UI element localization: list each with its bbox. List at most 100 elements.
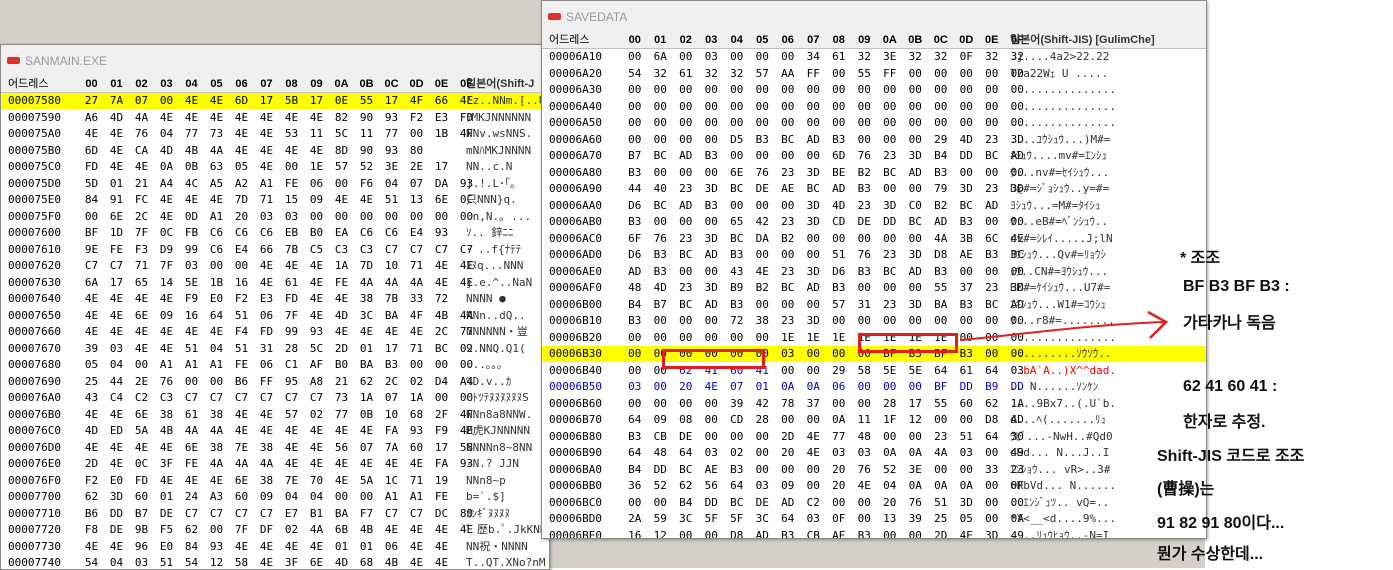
hex-byte[interactable]: 4E (279, 258, 304, 274)
hex-byte[interactable]: 4E (129, 291, 154, 307)
hex-byte[interactable]: 00 (826, 495, 852, 511)
hex-byte[interactable]: 28 (279, 341, 304, 357)
hex-byte[interactable]: 00 (699, 330, 725, 346)
hex-byte[interactable]: 00 (622, 82, 648, 98)
hex-byte[interactable]: 00 (79, 209, 104, 225)
hex-byte[interactable]: 78 (775, 396, 801, 412)
hex-byte[interactable]: 4E (354, 423, 379, 439)
hex-byte[interactable]: 6E (104, 209, 129, 225)
hex-byte[interactable]: 55 (354, 93, 379, 109)
hex-byte[interactable]: C7 (229, 390, 254, 406)
hex-byte[interactable]: 2C (429, 324, 454, 340)
hex-byte[interactable]: B3 (379, 357, 404, 373)
hex-byte[interactable]: 8D (329, 143, 354, 159)
column-header[interactable]: 06 (775, 32, 801, 48)
hex-byte[interactable]: 51 (154, 555, 179, 569)
hex-byte[interactable]: FE (179, 456, 204, 472)
hex-byte[interactable]: 23 (979, 181, 1005, 197)
hex-byte[interactable]: D8 (979, 412, 1005, 428)
hex-byte[interactable]: 7D (229, 192, 254, 208)
hex-byte[interactable]: DE (154, 506, 179, 522)
hex-byte[interactable]: 17 (903, 396, 929, 412)
hex-byte[interactable]: FD (279, 291, 304, 307)
column-header[interactable]: 03 (154, 76, 179, 92)
hex-byte[interactable]: 00 (750, 462, 776, 478)
hex-byte[interactable]: B2 (750, 280, 776, 296)
hex-byte[interactable]: 54 (179, 555, 204, 569)
hex-byte[interactable]: 4B (179, 143, 204, 159)
hex-byte[interactable]: 58 (229, 555, 254, 569)
hex-byte[interactable]: 4E (279, 110, 304, 126)
hex-grid[interactable]: 어드레스 00 01 02 03 04 05 06 07 08 09 0A 0B 0C 0D 0E 0F 일본어(… (542, 32, 1206, 538)
hex-byte[interactable]: 76 (852, 247, 878, 263)
hex-row[interactable]: 00006B60 00 00 00 00 39 42 78 37 00 00 28 17 55 60 62 1A… (542, 396, 1206, 412)
hex-byte[interactable]: 01 (750, 379, 776, 395)
hex-byte[interactable]: 17 (379, 93, 404, 109)
hex-byte[interactable]: 0A (903, 445, 929, 461)
hex-byte[interactable]: B0 (329, 357, 354, 373)
hex-row[interactable]: 00006AC0 6F 76 23 3D BC DA B2 00 00 00 00 00 4A 3B 6C 4E… (542, 231, 1206, 247)
hex-row[interactable]: 000075B0 6D 4E CA 4D 4B 4A 4E 4E 4E 4E 8D 90 93 80 mNﾊM… (1, 143, 549, 159)
hex-byte[interactable]: 23 (928, 429, 954, 445)
hex-byte[interactable]: 00 (801, 412, 827, 428)
hex-byte[interactable]: 00 (801, 297, 827, 313)
hex-byte[interactable]: 00 (801, 346, 827, 362)
hex-byte[interactable]: 6A (79, 275, 104, 291)
hex-byte[interactable]: 33 (404, 291, 429, 307)
hex-byte[interactable]: C7 (254, 390, 279, 406)
hex-byte[interactable]: 4E (304, 291, 329, 307)
hex-byte[interactable]: 77 (379, 126, 404, 142)
hex-byte[interactable]: 4E (229, 143, 254, 159)
hex-byte[interactable]: 15 (279, 192, 304, 208)
hex-byte[interactable]: FC (129, 192, 154, 208)
hex-byte[interactable]: 4E (179, 110, 204, 126)
hex-byte[interactable]: 00 (852, 511, 878, 527)
hex-byte[interactable]: 60 (129, 489, 154, 505)
hex-byte[interactable]: 4A (404, 275, 429, 291)
hex-byte[interactable]: 00 (699, 412, 725, 428)
hex-byte[interactable]: 00 (903, 99, 929, 115)
hex-row[interactable]: 00007640 4E 4E 4E 4E F9 E0 F2 E3 FD 4E 4E 38 7B 33 72 NN… (1, 291, 549, 307)
hex-byte[interactable]: 00 (903, 66, 929, 82)
hex-byte[interactable]: B3 (979, 247, 1005, 263)
hex-byte[interactable]: 4E (204, 93, 229, 109)
hex-byte[interactable]: 00 (979, 214, 1005, 230)
hex-byte[interactable]: 00 (775, 412, 801, 428)
hex-byte[interactable]: 4E (279, 440, 304, 456)
hex-byte[interactable]: 00 (928, 462, 954, 478)
hex-byte[interactable]: AE (954, 247, 980, 263)
hex-byte[interactable]: 4E (429, 539, 454, 555)
hex-byte[interactable]: 00 (724, 49, 750, 65)
hex-byte[interactable]: 4E (79, 126, 104, 142)
column-header[interactable]: 0B (903, 32, 929, 48)
hex-byte[interactable]: 4D (79, 423, 104, 439)
hex-byte[interactable]: 3D (104, 489, 129, 505)
hex-byte[interactable]: 11 (354, 126, 379, 142)
hex-byte[interactable]: 00 (877, 132, 903, 148)
hex-byte[interactable]: D8 (724, 528, 750, 539)
hex-byte[interactable]: D8 (928, 247, 954, 263)
hex-byte[interactable]: 00 (204, 374, 229, 390)
hex-byte[interactable]: 6C (979, 231, 1005, 247)
hex-byte[interactable]: 4E (699, 379, 725, 395)
hex-byte[interactable]: 4E (204, 192, 229, 208)
hex-byte[interactable]: 4E (104, 407, 129, 423)
hex-byte[interactable]: 6E (129, 308, 154, 324)
column-header[interactable]: 0E (979, 32, 1005, 48)
hex-byte[interactable]: 20 (673, 379, 699, 395)
hex-byte[interactable]: 03 (699, 445, 725, 461)
hex-byte[interactable]: 00 (954, 99, 980, 115)
hex-byte[interactable]: 38 (204, 407, 229, 423)
column-header[interactable]: 04 (724, 32, 750, 48)
hex-byte[interactable]: 7E (229, 440, 254, 456)
hex-byte[interactable]: 3D (877, 198, 903, 214)
hex-byte[interactable]: 17 (104, 275, 129, 291)
hex-byte[interactable]: 4E (104, 440, 129, 456)
hex-byte[interactable]: B4 (622, 462, 648, 478)
hex-byte[interactable]: 00 (979, 445, 1005, 461)
hex-byte[interactable]: 3C (750, 511, 776, 527)
hex-byte[interactable]: 4E (229, 110, 254, 126)
hex-byte[interactable]: 00 (775, 148, 801, 164)
hex-byte[interactable]: 4A (379, 275, 404, 291)
hex-byte[interactable]: C1 (279, 357, 304, 373)
